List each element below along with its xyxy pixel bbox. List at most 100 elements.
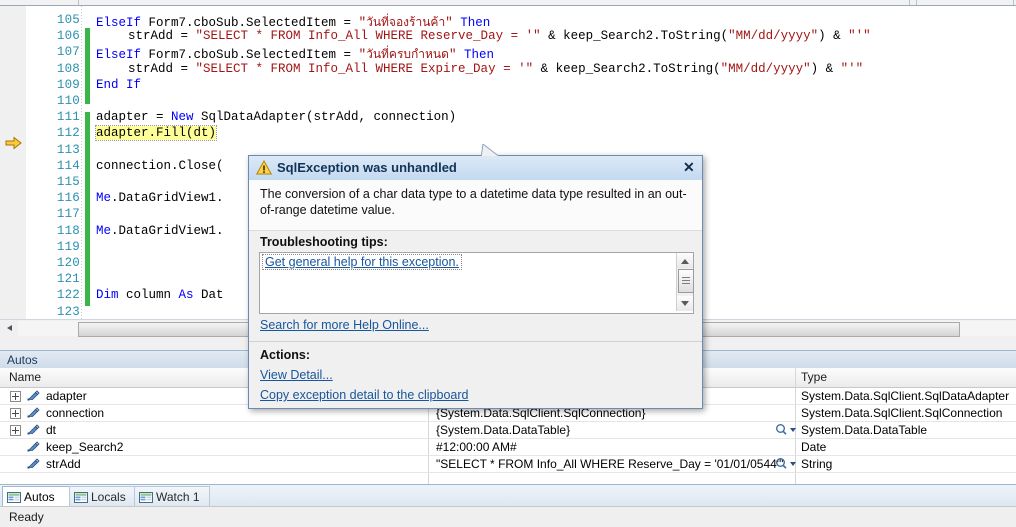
variable-type-cell: System.Data.DataTable bbox=[801, 423, 928, 437]
table-row[interactable]: strAdd "SELECT * FROM Info_All WHERE Rese… bbox=[0, 455, 1016, 473]
variable-value-cell[interactable]: {System.Data.DataTable} bbox=[436, 423, 570, 437]
variable-type-cell: Date bbox=[801, 440, 827, 454]
variable-type-cell: String bbox=[801, 457, 833, 471]
visualizer-magnifier-icon[interactable] bbox=[775, 457, 799, 470]
close-icon[interactable]: ✕ bbox=[679, 159, 697, 176]
code-token: "SELECT * FROM Info_All WHERE Expire_Day… bbox=[195, 61, 534, 76]
variable-value-cell[interactable]: #12:00:00 AM# bbox=[436, 440, 517, 454]
line-number: 106 bbox=[56, 29, 80, 44]
scroll-left-button[interactable] bbox=[1, 321, 17, 336]
variable-name-cell: dt bbox=[46, 423, 57, 437]
tips-scrollbar-thumb[interactable] bbox=[678, 269, 694, 293]
table-row[interactable]: keep_Search2 #12:00:00 AM# Date bbox=[0, 438, 1016, 456]
watch-tab-icon bbox=[139, 490, 153, 503]
line-number: 119 bbox=[56, 239, 80, 254]
autos-panel-title: Autos bbox=[7, 353, 38, 367]
variable-icon bbox=[26, 389, 40, 402]
code-token: ElseIf bbox=[96, 48, 149, 63]
tips-vertical-scrollbar[interactable] bbox=[676, 253, 694, 311]
variable-name-cell: strAdd bbox=[46, 457, 81, 471]
code-line[interactable]: strAdd = "SELECT * FROM Info_All WHERE R… bbox=[128, 29, 871, 43]
execution-pointer-icon bbox=[5, 136, 22, 150]
line-number: 109 bbox=[56, 77, 80, 92]
variable-icon bbox=[26, 406, 40, 419]
close-glyph: ✕ bbox=[683, 159, 695, 175]
troubleshooting-tips-list[interactable]: Get general help for this exception. bbox=[259, 252, 694, 314]
visualizer-magnifier-icon[interactable] bbox=[775, 423, 799, 436]
line-number: 123 bbox=[56, 304, 80, 319]
dialog-message-area: The conversion of a char data type to a … bbox=[249, 180, 702, 231]
code-token: Me bbox=[96, 223, 112, 238]
code-token: วันที่ครบกำหนด bbox=[366, 47, 449, 62]
code-line[interactable]: strAdd = "SELECT * FROM Info_All WHERE E… bbox=[128, 62, 863, 76]
search-more-help-link[interactable]: Search for more Help Online... bbox=[260, 318, 429, 332]
column-header-type[interactable]: Type bbox=[801, 370, 827, 384]
code-token: connection.Close( bbox=[96, 158, 224, 173]
code-token: "SELECT * FROM Info_All WHERE Reserve_Da… bbox=[195, 29, 541, 44]
scrollbar-grip bbox=[682, 277, 690, 284]
variable-name-cell: keep_Search2 bbox=[46, 440, 124, 454]
code-line[interactable]: connection.Close( bbox=[96, 159, 224, 173]
scroll-down-button[interactable] bbox=[677, 296, 693, 311]
code-line[interactable]: Me.DataGridView1. bbox=[96, 191, 224, 205]
line-number: 115 bbox=[56, 175, 80, 189]
code-line[interactable]: adapter = New SqlDataAdapter(strAdd, con… bbox=[96, 110, 456, 124]
view-detail-link[interactable]: View Detail... bbox=[260, 368, 333, 382]
code-token: วันที่จองร้านค้า bbox=[366, 15, 446, 29]
code-token: "MM/dd/yyyy" bbox=[720, 61, 811, 76]
visual-studio-debugger-window: 105 106 107 108 109 110 111 112 113 114 115 116 117 1… bbox=[0, 0, 1016, 527]
dialog-divider bbox=[249, 341, 702, 342]
tab-label: Autos bbox=[24, 490, 55, 504]
variable-icon bbox=[26, 423, 40, 436]
code-line[interactable]: End If bbox=[96, 78, 141, 92]
exception-message: The conversion of a char data type to a … bbox=[260, 187, 687, 217]
code-token: As bbox=[178, 288, 202, 303]
line-number: 108 bbox=[56, 61, 80, 76]
code-token: " bbox=[448, 48, 464, 63]
line-number: 111 bbox=[56, 110, 80, 125]
tab-locals[interactable]: Locals bbox=[69, 486, 137, 508]
code-token: & keep_Search2.ToString( bbox=[540, 29, 729, 44]
expand-icon[interactable] bbox=[10, 408, 21, 419]
tab-watch-1[interactable]: Watch 1 bbox=[134, 486, 210, 508]
exception-assistant-dialog[interactable]: SqlException was unhandled ✕ The convers… bbox=[248, 143, 703, 409]
debugger-tab-strip: Autos Locals Watch 1 bbox=[0, 484, 1016, 508]
code-token: ) & bbox=[818, 29, 849, 44]
line-number: 107 bbox=[56, 45, 80, 60]
code-line[interactable]: adapter.Fill(dt) bbox=[94, 125, 218, 142]
variable-icon bbox=[26, 457, 40, 470]
line-number: 121 bbox=[56, 272, 80, 287]
line-number: 114 bbox=[56, 158, 80, 173]
code-token: " bbox=[358, 16, 367, 30]
editor-indicator-margin[interactable] bbox=[0, 6, 26, 319]
code-token: .DataGridView1. bbox=[111, 191, 224, 206]
code-token: ) & bbox=[810, 61, 841, 76]
line-number-gutter: 105 106 107 108 109 110 111 112 113 114 115 116 117 1… bbox=[26, 6, 86, 319]
dialog-title: SqlException was unhandled bbox=[277, 160, 457, 175]
code-token: Then bbox=[460, 16, 491, 30]
code-token: Form7.cboSub.SelectedItem = bbox=[148, 48, 359, 63]
tab-label: Locals bbox=[91, 490, 126, 504]
code-token: column bbox=[126, 288, 179, 303]
code-token: "MM/dd/yyyy" bbox=[728, 29, 819, 44]
variable-value-cell[interactable]: "SELECT * FROM Info_All WHERE Reserve_Da… bbox=[436, 457, 783, 471]
expand-icon[interactable] bbox=[10, 391, 21, 402]
variable-name-cell: adapter bbox=[46, 389, 87, 403]
variable-name-cell: connection bbox=[46, 406, 105, 420]
code-token: Dim bbox=[96, 288, 127, 303]
column-header-name[interactable]: Name bbox=[9, 370, 41, 384]
code-line[interactable]: Dim column As Dat bbox=[96, 288, 224, 302]
code-token: strAdd = bbox=[128, 61, 196, 76]
autos-tab-icon bbox=[7, 490, 21, 503]
line-number: 113 bbox=[56, 142, 80, 157]
scroll-up-button[interactable] bbox=[677, 253, 693, 268]
tab-autos[interactable]: Autos bbox=[2, 486, 72, 508]
copy-exception-detail-link[interactable]: Copy exception detail to the clipboard bbox=[260, 388, 468, 402]
status-text: Ready bbox=[9, 510, 44, 524]
table-row[interactable]: dt {System.Data.DataTable} System.Data.Dat… bbox=[0, 421, 1016, 439]
expand-icon[interactable] bbox=[10, 425, 21, 436]
variable-type-cell: System.Data.SqlClient.SqlDataAdapter bbox=[801, 389, 1010, 403]
tip-link-general-help[interactable]: Get general help for this exception. bbox=[262, 254, 462, 270]
code-token: New bbox=[171, 110, 202, 125]
code-line[interactable]: Me.DataGridView1. bbox=[96, 224, 224, 238]
